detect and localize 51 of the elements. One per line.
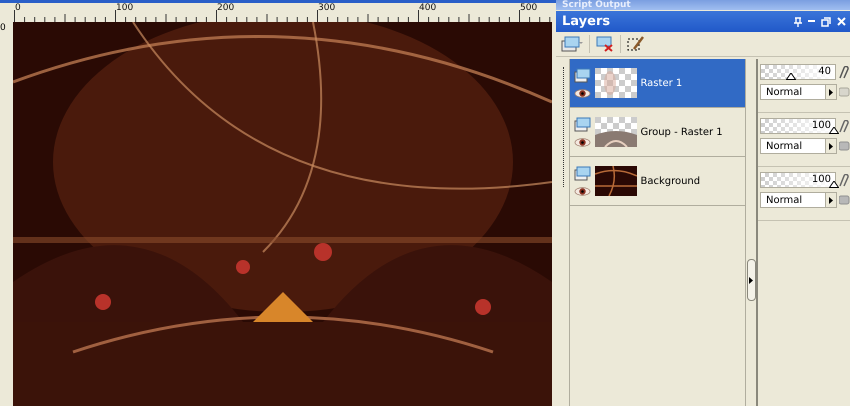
eye-icon[interactable] bbox=[574, 187, 592, 196]
edit-selection-icon[interactable] bbox=[627, 36, 645, 52]
slider-thumb[interactable] bbox=[829, 127, 839, 134]
opacity-slider[interactable]: 100 bbox=[760, 172, 836, 188]
eye-icon[interactable] bbox=[574, 138, 592, 147]
layer-name: Background bbox=[640, 176, 700, 186]
panel-title: Script Output bbox=[562, 0, 631, 10]
layer-type-icon bbox=[574, 166, 592, 181]
collapse-handle[interactable] bbox=[746, 259, 756, 301]
pin-icon[interactable] bbox=[794, 16, 802, 26]
slider-thumb[interactable] bbox=[829, 181, 839, 188]
layer-type-icon bbox=[574, 68, 592, 83]
layer-row[interactable]: Group - Raster 1 bbox=[570, 108, 746, 157]
restore-icon[interactable] bbox=[821, 16, 831, 26]
panel-title: Layers bbox=[562, 14, 612, 29]
blend-mode-dropdown[interactable]: Normal bbox=[760, 84, 837, 100]
new-layer-icon[interactable] bbox=[561, 36, 583, 52]
ruler-label: 0 bbox=[15, 3, 21, 13]
eye-icon[interactable] bbox=[574, 89, 592, 98]
opacity-value: 100 bbox=[812, 174, 831, 185]
ruler-label: 500 bbox=[520, 3, 538, 13]
opacity-slider[interactable]: 100 bbox=[760, 118, 836, 134]
link-icon[interactable] bbox=[838, 120, 850, 132]
dropdown-arrow-icon bbox=[829, 196, 833, 204]
link-icon[interactable] bbox=[838, 174, 850, 186]
ruler-label: 200 bbox=[217, 3, 234, 13]
layer-row[interactable]: Background bbox=[570, 157, 746, 206]
opacity-value: 40 bbox=[818, 66, 831, 77]
ruler-label: 100 bbox=[116, 3, 134, 13]
slider-thumb[interactable] bbox=[786, 73, 796, 80]
ruler-label: 300 bbox=[318, 3, 336, 13]
close-icon[interactable] bbox=[837, 17, 846, 26]
blend-mode-dropdown[interactable]: Normal bbox=[760, 138, 837, 154]
layer-thumbnail bbox=[595, 166, 638, 196]
dropdown-arrow-icon bbox=[829, 142, 833, 150]
ruler-label: 0 bbox=[0, 23, 6, 33]
opacity-slider[interactable]: 40 bbox=[760, 64, 836, 80]
layer-type-icon bbox=[574, 117, 592, 132]
layer-name: Group - Raster 1 bbox=[640, 126, 723, 138]
layer-thumbnail bbox=[595, 68, 638, 98]
ruler-label: 400 bbox=[419, 3, 436, 13]
dropdown-arrow-icon bbox=[829, 88, 833, 96]
delete-layer-icon[interactable] bbox=[596, 36, 614, 52]
link-icon[interactable] bbox=[838, 66, 850, 78]
layer-row[interactable]: Raster 1 bbox=[570, 59, 746, 108]
minimize-icon[interactable] bbox=[808, 20, 815, 23]
expand-arrow-icon bbox=[749, 276, 754, 284]
blend-mode-dropdown[interactable]: Normal bbox=[760, 192, 837, 208]
opacity-value: 100 bbox=[812, 120, 831, 131]
layer-name: Raster 1 bbox=[640, 78, 682, 88]
layer-thumbnail bbox=[595, 117, 638, 147]
